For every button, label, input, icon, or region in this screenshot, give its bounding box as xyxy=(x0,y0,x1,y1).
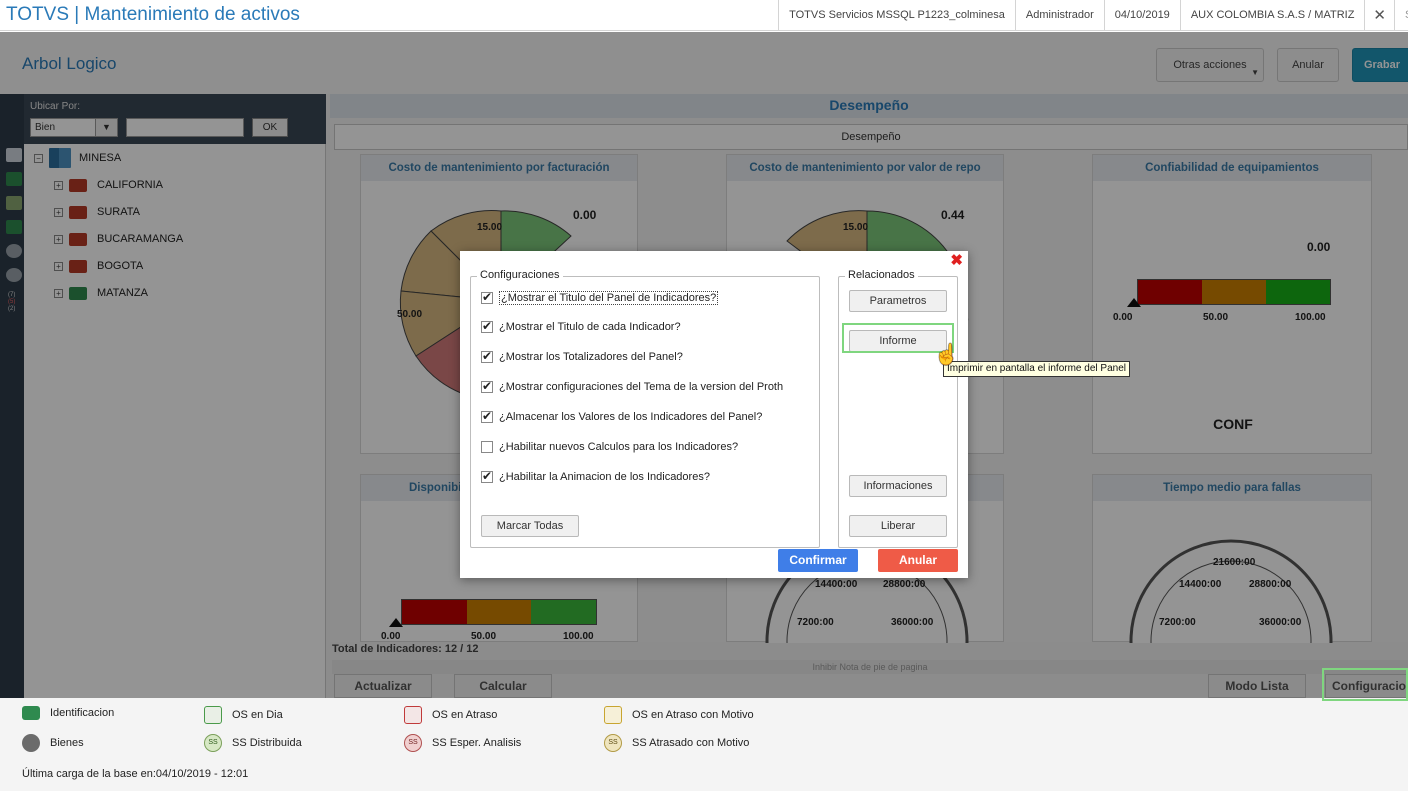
report-tooltip: Imprimir en pantalla el informe del Pane… xyxy=(943,361,1130,377)
configuration-highlight xyxy=(1322,668,1408,701)
ss-green-icon: SS xyxy=(204,734,222,752)
config-dialog: ✖ Configuraciones ¿Mostrar el Titulo del… xyxy=(460,251,968,578)
legend-item: Bienes xyxy=(22,734,84,752)
option-checkbox[interactable]: ¿Mostrar configuraciones del Tema de la … xyxy=(481,379,783,393)
legend-item: OS en Atraso xyxy=(404,706,497,724)
information-button[interactable]: Informaciones xyxy=(849,475,947,497)
cancel-button[interactable]: Anular xyxy=(878,549,958,572)
option-checkbox[interactable]: ¿Mostrar el Titulo del Panel de Indicado… xyxy=(481,290,719,305)
option-checkbox[interactable]: ¿Mostrar los Totalizadores del Panel? xyxy=(481,349,683,363)
checkbox[interactable] xyxy=(481,441,493,453)
legend-item: OS en Dia xyxy=(204,706,283,724)
configurations-group: Configuraciones ¿Mostrar el Titulo del P… xyxy=(470,269,820,548)
checkbox[interactable] xyxy=(481,319,493,333)
group-label: Configuraciones xyxy=(477,269,563,281)
checkbox[interactable] xyxy=(481,409,493,423)
option-checkbox[interactable]: ¿Almacenar los Valores de los Indicadore… xyxy=(481,409,762,423)
doc-red-icon xyxy=(404,706,422,724)
legend: Identificacion OS en Dia OS en Atraso OS… xyxy=(0,698,1408,791)
group-label: Relacionados xyxy=(845,269,918,281)
gear-icon xyxy=(22,734,40,752)
option-checkbox[interactable]: ¿Habilitar nuevos Calculos para los Indi… xyxy=(481,441,738,453)
legend-item: SS SS Esper. Analisis xyxy=(404,734,521,752)
legend-item: SS SS Distribuida xyxy=(204,734,302,752)
legend-item: OS en Atraso con Motivo xyxy=(604,706,754,724)
company-name[interactable]: AUX COLOMBIA S.A.S / MATRIZ xyxy=(1179,0,1365,31)
checkbox[interactable] xyxy=(481,469,493,483)
doc-green-icon xyxy=(204,706,222,724)
session-date: 04/10/2019 xyxy=(1103,0,1180,31)
legend-item: SS SS Atrasado con Motivo xyxy=(604,734,749,752)
last-load-status: Última carga de la base en:04/10/2019 - … xyxy=(22,768,249,780)
doc-yellow-icon xyxy=(604,706,622,724)
folder-icon xyxy=(22,706,40,720)
app-title: TOTVS | Mantenimiento de activos xyxy=(6,4,300,25)
ss-yellow-icon: SS xyxy=(604,734,622,752)
user-name: Administrador xyxy=(1014,0,1104,31)
checkbox[interactable] xyxy=(481,379,493,393)
release-button[interactable]: Liberar xyxy=(849,515,947,537)
close-icon[interactable]: ✖ xyxy=(950,251,963,269)
mark-all-button[interactable]: Marcar Todas xyxy=(481,515,579,537)
related-group: Relacionados Parametros Informe Informac… xyxy=(838,269,958,548)
option-checkbox[interactable]: ¿Mostrar el Titulo de cada Indicador? xyxy=(481,319,681,333)
hand-cursor-icon: ☝ xyxy=(934,344,959,366)
title-bar: TOTVS | Mantenimiento de activos TOTVS S… xyxy=(0,0,1408,31)
truncated-menu[interactable]: Sa xyxy=(1394,0,1408,31)
checkbox[interactable] xyxy=(481,349,493,363)
ss-red-icon: SS xyxy=(404,734,422,752)
checkbox[interactable] xyxy=(481,290,493,304)
server-name: TOTVS Servicios MSSQL P1223_colminesa xyxy=(778,0,1015,31)
parameters-button[interactable]: Parametros xyxy=(849,290,947,312)
close-icon[interactable]: ✕ xyxy=(1364,0,1394,31)
session-info: TOTVS Servicios MSSQL P1223_colminesa Ad… xyxy=(778,0,1408,31)
legend-item: Identificacion xyxy=(22,706,114,720)
confirm-button[interactable]: Confirmar xyxy=(778,549,858,572)
option-checkbox[interactable]: ¿Habilitar la Animacion de los Indicador… xyxy=(481,469,710,483)
